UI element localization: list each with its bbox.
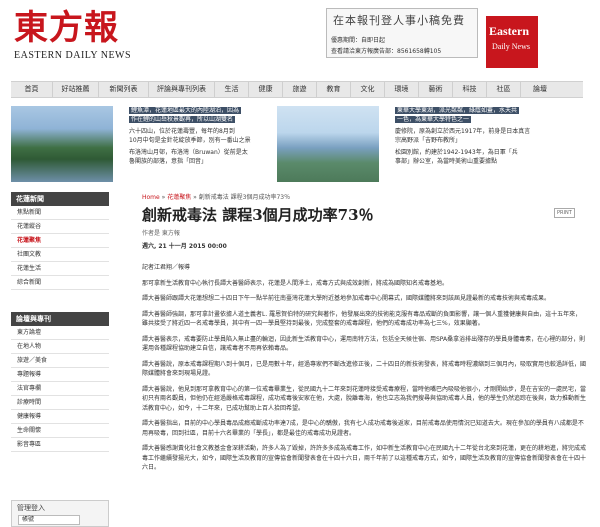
sidebar-item-clinic[interactable]: 診療時間: [11, 396, 109, 410]
sidebar-item-valley[interactable]: 花蓮縱谷: [11, 220, 109, 234]
article-paragraph: 那可拿新生活教育中心執行長譚大善醫師表示，花蓮是人間淨土，戒毒方式與成效創新，將…: [142, 279, 449, 287]
sidebar-item-focus[interactable]: 焦點新聞: [11, 206, 109, 220]
ad-line-1: 優惠期間：自即日起: [331, 37, 386, 44]
sidebar-item-life[interactable]: 花蓮生活: [11, 262, 109, 276]
featured-headline[interactable]: 鯉魚潭，花蓮地區最大的內陸湖泊，因為: [129, 107, 242, 114]
nav-item-recommended[interactable]: 好站推薦: [53, 82, 99, 97]
nav-item-education[interactable]: 教育: [317, 82, 351, 97]
badge-line-2: Daily News: [492, 42, 530, 51]
main-nav: 首頁 好站推薦 新聞列表 評論與專刊列表 生活 健康 旅遊 教育 文化 環境 藝…: [11, 81, 583, 98]
nav-item-arts[interactable]: 藝術: [419, 82, 453, 97]
breadcrumb-separator: »: [161, 194, 166, 201]
sidebar-item-forum[interactable]: 東方論壇: [11, 326, 109, 340]
featured-headline-cont[interactable]: 一色，為東華大學特色之一: [395, 116, 472, 123]
breadcrumb-separator: »: [193, 194, 197, 201]
article-paragraph: 譚大善醫說，他見到那可拿教育中心的第一位戒毒畢業生，從民國九十二年來到花蓮時接受…: [142, 385, 587, 412]
featured-item[interactable]: 松園別館，約建於1942-1943年，為日軍「兵: [395, 149, 518, 156]
featured-photo-campus[interactable]: [277, 106, 379, 182]
ad-banner[interactable]: 在本報刊登人事小稿免費 優惠期間：自即日起 查看請洽東方報廣告部：8561658…: [326, 8, 478, 58]
featured-headline-cont[interactable]: 作在鯉的山岳秋景觀再，所以山湖雙名: [129, 116, 236, 123]
article-paragraph: 譚大善醫表示，戒毒要防止學員陷入無止盡的輪迴，因此新生活教育中心，運用南特方法，…: [142, 335, 586, 353]
article-author: 作者是 東方報: [142, 230, 180, 237]
article-date: 週六, 21 十一月 2015 00:00: [142, 243, 227, 250]
sidebar-item-life-care[interactable]: 生命關懷: [11, 424, 109, 438]
featured-item[interactable]: 六十四山，位於花蓮壽豐，每年的8月到: [129, 128, 235, 135]
ad-line-2: 查看請洽東方報廣告部：8561658轉105: [331, 48, 442, 55]
sidebar-item-video[interactable]: 影音專區: [11, 438, 109, 452]
article-body: 記者江君翔／報導 那可拿新生活教育中心執行長譚大善醫師表示，花蓮是人間淨土，戒毒…: [142, 263, 586, 479]
sidebar-news: 花蓮新聞 焦點新聞 花蓮縱谷 花蓮聚焦 社團文教 花蓮生活 綜合新聞: [11, 192, 109, 290]
nav-item-culture[interactable]: 文化: [351, 82, 385, 97]
badge-line-1: Eastern: [489, 24, 529, 38]
featured-photo-lake[interactable]: [11, 106, 113, 182]
sidebar-item-community[interactable]: 社團文教: [11, 248, 109, 262]
nav-item-health[interactable]: 健康: [249, 82, 283, 97]
sidebar-item-hualien-focus[interactable]: 花蓮聚焦: [11, 234, 109, 248]
featured-item-cont: 魯閣族的部落，意指「回音」: [129, 158, 208, 165]
logo-chinese: 東方報: [14, 8, 119, 48]
eastern-daily-badge[interactable]: Eastern Daily News: [486, 16, 538, 68]
nav-item-columns[interactable]: 評論與專刊列表: [149, 82, 215, 97]
breadcrumb-home[interactable]: Home: [142, 194, 160, 201]
article-byline: 記者江君翔／報導: [142, 264, 191, 271]
breadcrumb: Home » 花蓮聚焦 » 創新戒毒法 課程3個月成功率73％: [142, 192, 290, 201]
sidebar-item-general[interactable]: 綜合新聞: [11, 276, 109, 290]
sidebar-columns: 論壇與專刊 東方論壇 在地人物 旅遊／美食 專題報導 法官專欄 診療時間 健康報…: [11, 312, 109, 452]
login-panel: 管理登入 帳號: [11, 500, 109, 527]
site-header: 東方報 EASTERN DAILY NEWS 在本報刊登人事小稿免費 優惠期間：…: [0, 0, 600, 74]
sidebar-item-health[interactable]: 健康報導: [11, 410, 109, 424]
article-paragraph: 譚大善醫師跟譚大花蓮想想二十四日下午一點半前往南臺灣花蓮大學附近基地參加戒毒中心…: [142, 295, 551, 302]
sidebar-columns-heading: 論壇與專刊: [11, 312, 109, 326]
article-paragraph: 譚大善醫說，原本戒毒課程期八到十個月，已是用數十年，經過專家們不斷改進修正後，二…: [142, 360, 587, 378]
featured-block-2: 東華大學東湖，派光粼粼，綠蔭如蓋，水天共 一色，為東華大學特色之一 慶修院，原為創…: [277, 106, 577, 182]
article-paragraph: 譚大善醫師強調，那可拿計畫依據人道主義者L. 羅恩賀伯特的研究與著作，他發展出來…: [142, 310, 582, 328]
sidebar-item-travel-food[interactable]: 旅遊／美食: [11, 354, 109, 368]
sidebar-news-heading: 花蓮新聞: [11, 192, 109, 206]
featured-headline[interactable]: 東華大學東湖，派光粼粼，綠蔭如蓋，水天共: [395, 107, 520, 114]
nav-item-life[interactable]: 生活: [215, 82, 249, 97]
sidebar-item-people[interactable]: 在地人物: [11, 340, 109, 354]
nav-item-community[interactable]: 社區: [487, 82, 521, 97]
nav-item-news[interactable]: 新聞列表: [99, 82, 149, 97]
featured-item-cont: 事部」辦公室，為當時美術山重要據點: [395, 158, 498, 165]
sidebar-item-judge[interactable]: 法官專欄: [11, 382, 109, 396]
breadcrumb-current: 創新戒毒法 課程3個月成功率73％: [198, 194, 291, 201]
login-title: 管理登入: [17, 504, 45, 512]
featured-text-1: 鯉魚潭，花蓮地區最大的內陸湖泊，因為 作在鯉的山岳秋景觀再，所以山湖雙名 六十四山…: [129, 106, 299, 169]
site-logo[interactable]: 東方報 EASTERN DAILY NEWS: [14, 8, 154, 68]
featured-item-cont: 宗高野派「吉野布教所」: [395, 137, 462, 144]
article-paragraph: 譚大善醫指出，目前的中心學員毒品成癮戒斷成功率達7成，是中心的驕傲，我有七人成功…: [142, 420, 584, 437]
article-paragraph: 譚大善醫感謝黃化社會文教基金會深耕活動，許多人為了毀掉，許許多多成為戒毒工作，如…: [142, 445, 587, 471]
nav-item-travel[interactable]: 旅遊: [283, 82, 317, 97]
nav-item-home[interactable]: 首頁: [11, 82, 53, 97]
featured-item[interactable]: 布洛灣山月邨，布洛灣（Bruwan）從前是太: [129, 149, 248, 156]
featured-item[interactable]: 慶修院，原為創立於西元1917年，前身是日本真言: [395, 128, 530, 135]
ad-title: 在本報刊登人事小稿免費: [333, 14, 465, 27]
nav-item-environment[interactable]: 環境: [385, 82, 419, 97]
username-input[interactable]: 帳號: [18, 515, 80, 525]
sidebar-item-special[interactable]: 專題報導: [11, 368, 109, 382]
featured-block-1: 鯉魚潭，花蓮地區最大的內陸湖泊，因為 作在鯉的山岳秋景觀再，所以山湖雙名 六十四山…: [11, 106, 301, 182]
logo-english: EASTERN DAILY NEWS: [14, 50, 132, 61]
nav-item-forum[interactable]: 論壇: [521, 82, 559, 97]
breadcrumb-section[interactable]: 花蓮聚焦: [167, 194, 191, 201]
featured-text-2: 東華大學東湖，派光粼粼，綠蔭如蓋，水天共 一色，為東華大學特色之一 慶修院，原為創…: [395, 106, 565, 169]
article-title: 創新戒毒法 課程3個月成功率73％: [142, 206, 374, 224]
print-button[interactable]: PRINT: [554, 208, 575, 218]
featured-item-cont: 10月中旬是金針花綻放季節，別有一番山之景: [129, 137, 251, 144]
nav-item-tech[interactable]: 科技: [453, 82, 487, 97]
